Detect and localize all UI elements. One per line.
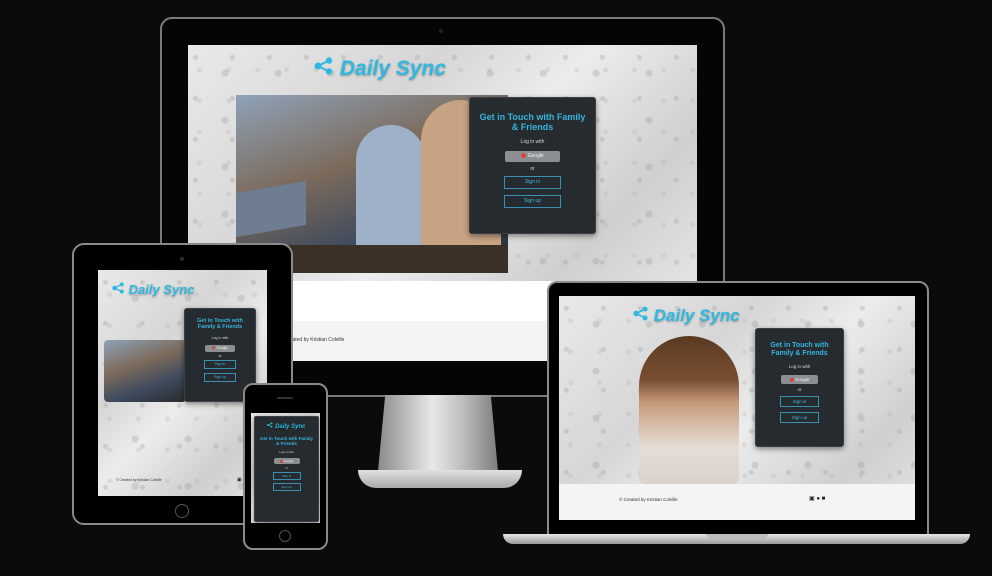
phone-brand-logo[interactable]: Daily Sync <box>255 422 318 430</box>
google-button[interactable]: Google <box>505 150 560 162</box>
brand-logo[interactable]: Daily Sync <box>314 57 446 81</box>
laptop-screen: Daily Sync Get in Touch with Family & Fr… <box>559 296 915 520</box>
google-label: Google <box>527 152 544 159</box>
card-title: Get in Touch with Family & Friends <box>197 318 243 331</box>
tablet-camera <box>180 257 184 261</box>
brand-name: Daily Sync <box>339 57 447 80</box>
tablet-footer-credit: © Created by Kristian Colville <box>116 478 162 482</box>
laptop-footer: © Created by Kristian Colville ▣ ● ■ <box>559 484 915 520</box>
phone-device: Daily Sync Get in Touch with Family & Fr… <box>243 383 328 550</box>
signup-button[interactable]: Sign up <box>780 412 819 424</box>
signin-button[interactable]: Sign in <box>272 472 301 481</box>
google-icon <box>212 346 216 350</box>
brand-name: Daily Sync <box>653 306 740 325</box>
phone-screen: Daily Sync Get in Touch with Family & Fr… <box>251 413 320 523</box>
share-icon <box>314 57 340 80</box>
google-icon <box>279 460 283 464</box>
login-prompt: Log in with <box>520 138 545 145</box>
laptop-social-icons: ▣ ● ■ <box>809 495 825 502</box>
or-separator: or <box>530 165 535 172</box>
google-icon <box>789 377 794 382</box>
or-separator: or <box>797 387 802 393</box>
brand-name: Daily Sync <box>275 424 306 430</box>
monitor-base <box>358 470 522 488</box>
tablet-brand-logo[interactable]: Daily Sync <box>112 282 194 297</box>
signup-button[interactable]: Sign up <box>204 372 236 382</box>
phone-home-button[interactable] <box>279 530 291 542</box>
linkedin-icon[interactable]: ■ <box>822 496 826 502</box>
or-separator: or <box>218 353 222 358</box>
badge-icon[interactable]: ▣ <box>237 477 242 483</box>
monitor-camera <box>439 29 443 33</box>
monitor-stand <box>378 395 498 471</box>
google-label: Google <box>216 345 228 350</box>
or-separator: or <box>285 466 288 471</box>
github-icon[interactable]: ● <box>816 496 820 502</box>
brand-name: Daily Sync <box>128 282 195 297</box>
google-button[interactable]: Google <box>781 375 818 385</box>
login-prompt: Log in with <box>788 364 811 370</box>
signin-button[interactable]: Sign in <box>204 359 236 369</box>
google-button[interactable]: Google <box>205 344 235 352</box>
signin-button[interactable]: Sign in <box>504 175 561 189</box>
share-icon <box>633 306 654 325</box>
card-title: Get in Touch with Family & Friends <box>770 342 829 358</box>
laptop-login-card: Get in Touch with Family & Friends Log i… <box>755 328 844 447</box>
footer-credit: reated by Kristian Colville <box>288 337 345 343</box>
share-icon <box>267 422 275 430</box>
tablet-hero-photo <box>104 340 186 402</box>
login-card: Get in Touch with Family & Friends Log i… <box>469 97 596 234</box>
google-icon <box>521 152 527 158</box>
laptop-brand-logo[interactable]: Daily Sync <box>633 306 740 326</box>
login-prompt: Log in with <box>279 450 294 455</box>
tablet-home-button[interactable] <box>175 504 189 518</box>
tablet-screen: Daily Sync Get in Touch with Family & Fr… <box>98 270 267 496</box>
footer-credit: © Created by Kristian Colville <box>619 497 678 502</box>
google-button[interactable]: Google <box>273 458 300 465</box>
card-title: Get in Touch with Family & Friends <box>479 112 586 133</box>
badge-icon[interactable]: ▣ <box>809 496 815 502</box>
phone-login-card: Daily Sync Get in Touch with Family & Fr… <box>254 416 319 522</box>
google-label: Google <box>794 377 810 383</box>
laptop-in-photo <box>236 180 306 238</box>
signup-button[interactable]: Sign up <box>504 194 561 208</box>
login-prompt: Log in with <box>211 335 229 340</box>
google-label: Google <box>283 459 294 464</box>
person-elderly <box>356 125 426 255</box>
signin-button[interactable]: Sign in <box>780 396 819 408</box>
phone-speaker <box>277 397 293 399</box>
card-title: Get in Touch with Family & Friends <box>260 436 313 447</box>
laptop-hero-photo <box>639 336 739 484</box>
signup-button[interactable]: Sign up <box>272 483 301 492</box>
share-icon <box>112 282 129 297</box>
laptop-notch <box>706 534 768 539</box>
laptop-device: Daily Sync Get in Touch with Family & Fr… <box>547 281 929 538</box>
